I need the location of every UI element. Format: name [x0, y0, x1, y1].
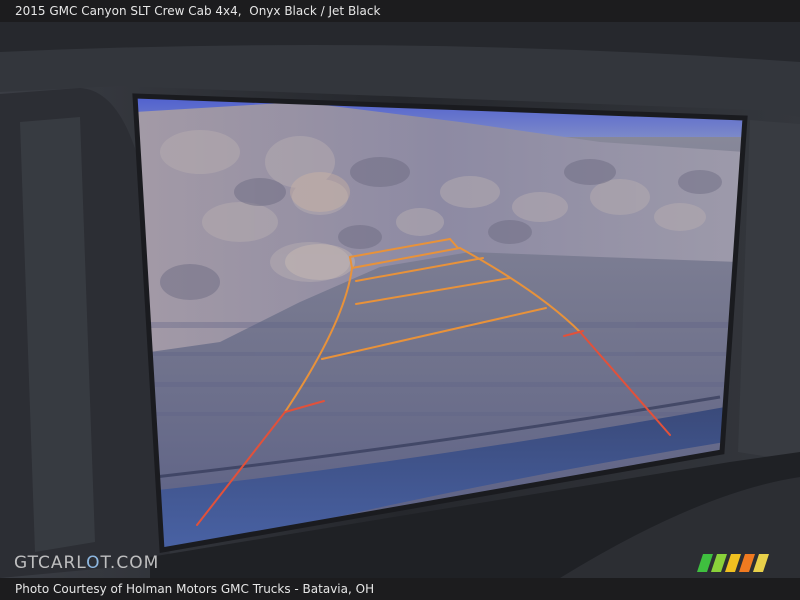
gtcarlot-watermark: GTCARLOT.COM	[14, 553, 160, 573]
dashboard-scene	[0, 22, 800, 578]
photo-title-bar: 2015 GMC Canyon SLT Crew Cab 4x4, Onyx B…	[0, 0, 800, 22]
backup-camera-photo	[0, 22, 800, 578]
vehicle-name: 2015 GMC Canyon SLT Crew Cab 4x4,	[15, 4, 242, 18]
dealer-stripes-logo-icon	[697, 554, 769, 572]
color-separator: /	[320, 4, 325, 18]
exterior-color: Onyx Black	[249, 4, 317, 18]
photo-credit-bar: Photo Courtesy of Holman Motors GMC Truc…	[0, 578, 800, 600]
photo-credit: Photo Courtesy of Holman Motors GMC Truc…	[15, 582, 375, 596]
interior-color: Jet Black	[328, 4, 381, 18]
